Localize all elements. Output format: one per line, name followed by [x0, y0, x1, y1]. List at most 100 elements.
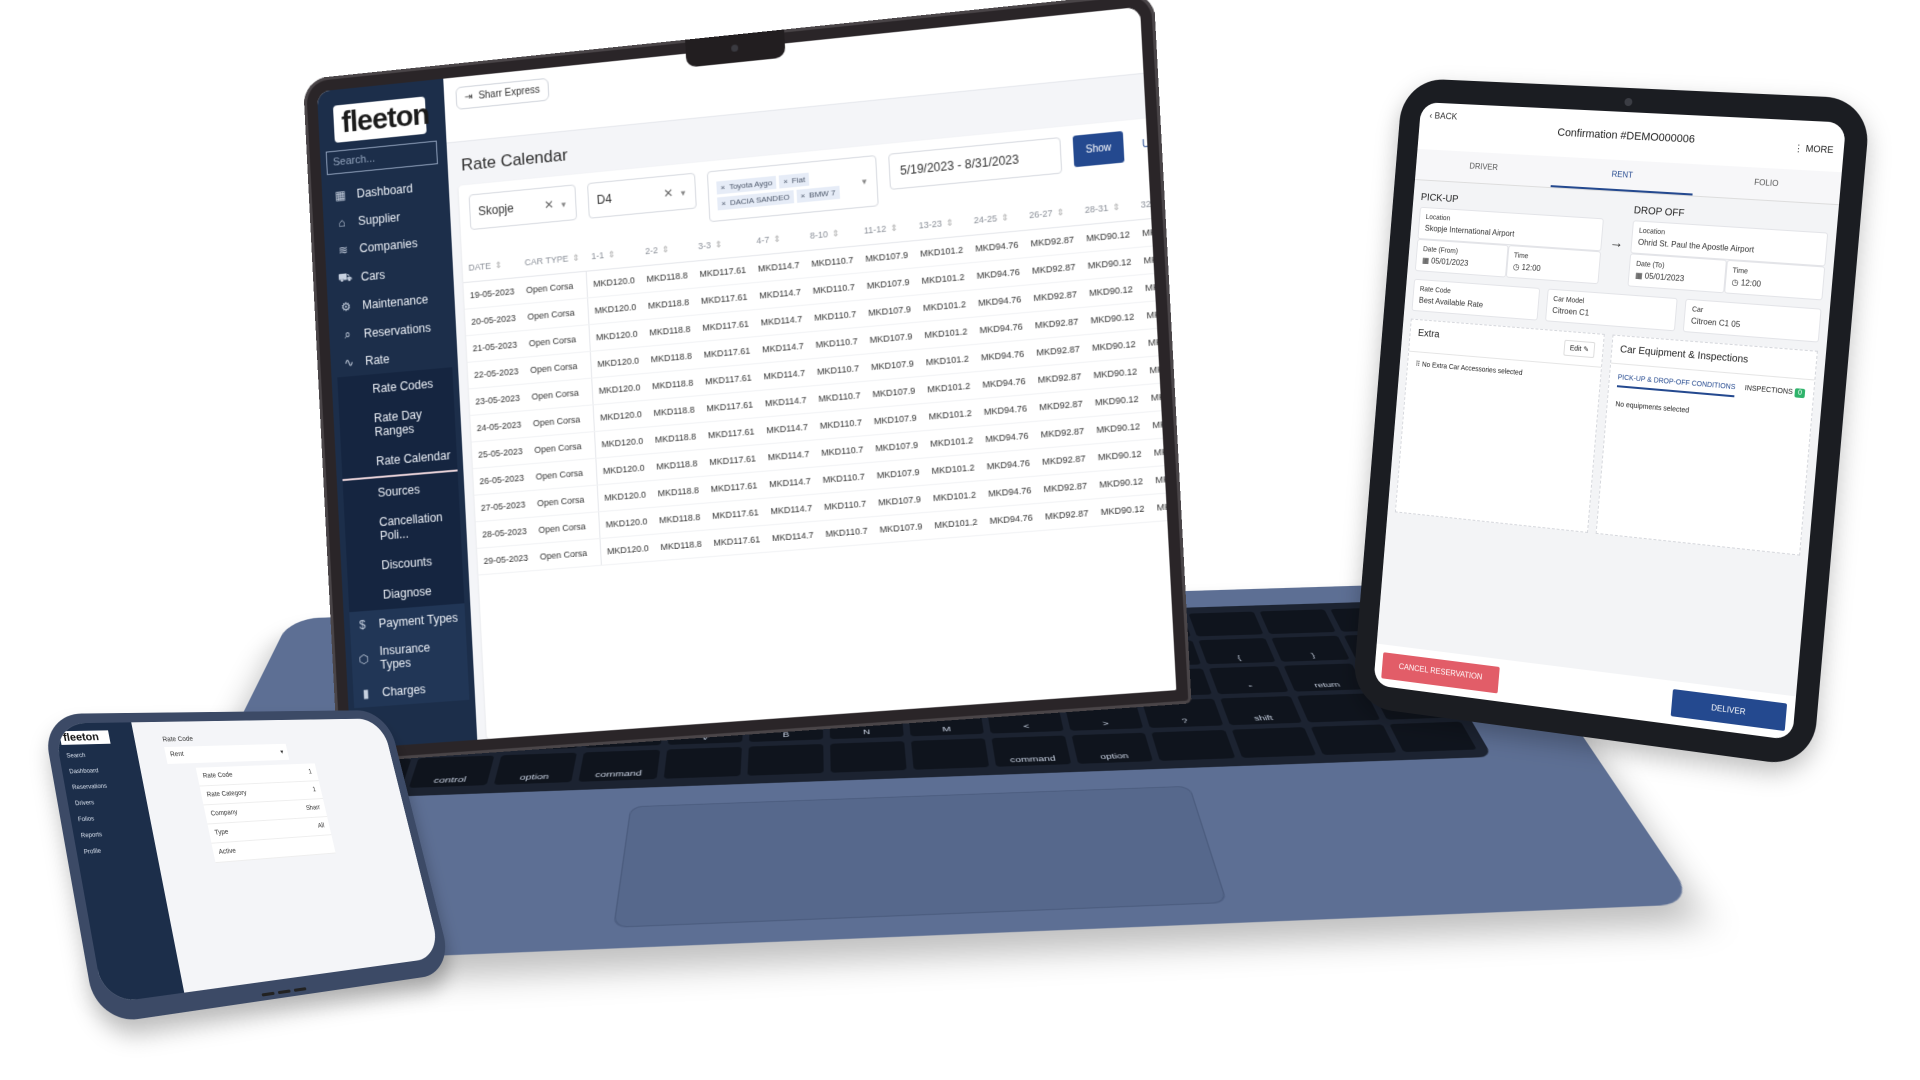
price-cell[interactable]: MKD114.7 — [765, 520, 821, 553]
show-button[interactable]: Show — [1072, 130, 1125, 168]
conditions-tab[interactable]: PICK-UP & DROP-OFF CONDITIONS — [1616, 374, 1736, 398]
user-menu[interactable]: Veton Kaso — [1143, 7, 1176, 27]
keyboard-key — [663, 746, 742, 779]
more-button[interactable]: ⋮ MORE — [1793, 143, 1834, 156]
column-header-label: 13-23 — [918, 218, 943, 231]
inspections-badge: 0 — [1794, 388, 1806, 399]
sort-icon[interactable]: ⇕ — [662, 244, 670, 255]
price-cell[interactable]: MKD76.61 — [1148, 462, 1177, 495]
clear-icon[interactable]: ✕ — [663, 186, 674, 201]
chevron-down-icon: ▼ — [559, 199, 568, 210]
price-cell[interactable]: MKD76.61 — [1138, 269, 1177, 303]
price-cell[interactable]: MKD94.76 — [982, 503, 1040, 536]
arrow-right-icon: → — [1609, 233, 1625, 251]
rate-code-value: D4 — [596, 191, 613, 208]
car-multiselect[interactable]: × Toyota Aygo × Fiat × DACIA SANDEO × BMW 7 ▼ — [706, 155, 879, 223]
price-cell[interactable]: MKD117.61 — [706, 525, 767, 557]
sidebar-search-input[interactable]: Search... — [325, 140, 438, 176]
column-header-label: 26-27 — [1028, 207, 1053, 221]
tablet: ‹ BACK Confirmation #DEMO000006 ⋮ MORE D… — [1351, 77, 1872, 768]
device-mockup-stage: escdeletetabQWERTYUIOP{}|caps lockASDFGH… — [0, 0, 1920, 1080]
price-cell[interactable]: MKD76.61 — [1136, 242, 1177, 275]
chart-icon: ▮ — [362, 686, 370, 701]
price-cell[interactable]: MKD76.61 — [1149, 489, 1177, 522]
export-button[interactable]: Export — [1171, 29, 1177, 56]
list-value — [328, 841, 329, 847]
layers-icon: ≋ — [338, 242, 349, 258]
column-header-label: CAR TYPE — [524, 253, 569, 268]
price-cell[interactable]: MKD76.61 — [1141, 324, 1177, 358]
column-header[interactable]: 32-60 ⇕ — [1133, 186, 1177, 221]
price-cell[interactable]: MKD110.7 — [818, 516, 875, 549]
phone-dropdown-list: Rate Code 1 Rate Category 1 Company Sharr Type… — [195, 763, 336, 864]
date-range-input[interactable]: 5/19/2023 - 8/31/2023 — [888, 137, 1063, 190]
phone-menu-item[interactable]: Profile — [79, 840, 153, 861]
keyboard-key: shift — [1219, 695, 1302, 726]
price-cell[interactable]: MKD101.2 — [927, 507, 985, 540]
price-cell[interactable]: MKD92.87 — [1038, 498, 1096, 531]
price-cell[interactable]: MKD76.61 — [1135, 214, 1177, 248]
pickup-date-field[interactable]: Date (From) ▦ 05/01/2023 — [1414, 238, 1509, 278]
inspections-tab[interactable]: INSPECTIONS 0 — [1744, 385, 1806, 403]
sort-icon[interactable]: ⇕ — [1001, 212, 1009, 223]
sort-icon[interactable]: ⇕ — [890, 223, 898, 234]
edit-extras-button[interactable]: Edit ✎ — [1563, 339, 1596, 359]
equipment-title: Car Equipment & Inspections — [1619, 344, 1749, 366]
sort-icon[interactable]: ⇕ — [946, 217, 954, 228]
price-cell[interactable]: MKD76.61 — [1147, 434, 1177, 467]
sidebar-item-label: Cars — [360, 267, 386, 284]
sort-icon[interactable]: ⇕ — [1112, 202, 1120, 213]
car-tag-label: DACIA SANDEO — [729, 192, 790, 208]
dollar-icon: $ — [358, 617, 366, 633]
sort-icon[interactable]: ⇕ — [608, 249, 616, 260]
keyboard-key: command — [991, 735, 1072, 767]
update-button[interactable]: Update — [1135, 125, 1176, 161]
sidebar-item-label: Dashboard — [356, 181, 414, 201]
cancel-reservation-button[interactable]: CANCEL RESERVATION — [1381, 652, 1501, 694]
list-label: Rate Code — [202, 771, 234, 780]
sort-icon[interactable]: ⇕ — [715, 239, 723, 250]
chevron-down-icon: ▼ — [860, 176, 869, 187]
rate-code-select[interactable]: D4 ✕ ▼ — [587, 172, 697, 219]
list-label: Rate Category — [206, 789, 248, 799]
sort-icon[interactable]: ⇕ — [495, 260, 503, 271]
sort-icon[interactable]: ⇕ — [572, 252, 580, 263]
dropoff-time-field[interactable]: Time ◷ 12:00 — [1723, 259, 1826, 301]
car-tag[interactable]: × BMW 7 — [796, 185, 840, 203]
keyboard-key — [1388, 721, 1477, 753]
clear-icon[interactable]: ✕ — [544, 197, 555, 212]
price-cell[interactable]: MKD76.61 — [1144, 379, 1177, 413]
price-cell[interactable]: MKD107.9 — [872, 512, 930, 544]
remove-tag-icon[interactable]: × — [800, 191, 805, 200]
keyboard-key — [1151, 729, 1235, 761]
extras-equipment-row: Extra Edit ✎ ⠿ No Extra Car Accessories … — [1388, 310, 1827, 556]
car-tag-label: BMW 7 — [808, 188, 836, 200]
price-cell[interactable]: MKD76.61 — [1142, 352, 1177, 385]
location-select[interactable]: Skopje ✕ ▼ — [468, 184, 578, 231]
dropoff-date-field[interactable]: Date (To) ▦ 05/01/2023 — [1627, 253, 1727, 294]
car-tag[interactable]: × Fiat — [778, 172, 810, 189]
list-label: Type — [214, 828, 230, 837]
sort-icon[interactable]: ⇕ — [773, 234, 781, 245]
price-cell[interactable]: MKD76.61 — [1145, 407, 1177, 440]
price-cell[interactable]: MKD76.61 — [1139, 297, 1177, 330]
pickup-time-field[interactable]: Time ◷ 12:00 — [1505, 245, 1602, 285]
branch-switch-button[interactable]: ⇥ Sharr Express — [455, 77, 550, 110]
tablet-screen: ‹ BACK Confirmation #DEMO000006 ⋮ MORE D… — [1373, 102, 1847, 741]
sort-icon[interactable]: ⇕ — [1056, 207, 1064, 218]
pickup-section: PICK-UP Location Skopje International Ai… — [1414, 186, 1606, 285]
sidebar-item-label: Reservations — [363, 320, 432, 341]
phone-field-input[interactable]: Rent ▾ — [164, 743, 290, 765]
price-cell[interactable]: MKD90.12 — [1093, 494, 1152, 527]
price-cell[interactable]: MKD120.0 — [599, 534, 656, 566]
column-header-label: 11-12 — [863, 223, 887, 236]
sort-icon[interactable]: ⇕ — [832, 228, 840, 239]
remove-tag-icon[interactable]: × — [721, 199, 726, 208]
remove-tag-icon[interactable]: × — [720, 183, 725, 192]
price-cell[interactable]: MKD118.8 — [653, 529, 709, 562]
sort-icon[interactable]: ⇕ — [1168, 196, 1176, 207]
car-tags: × Toyota Aygo × Fiat × DACIA SANDEO × BMW 7 — [716, 168, 855, 211]
remove-tag-icon[interactable]: × — [783, 177, 788, 186]
main-content: ⇥ Sharr Express Veton Kaso Export Rate C… — [443, 6, 1177, 740]
deliver-button[interactable]: DELIVER — [1670, 689, 1788, 732]
